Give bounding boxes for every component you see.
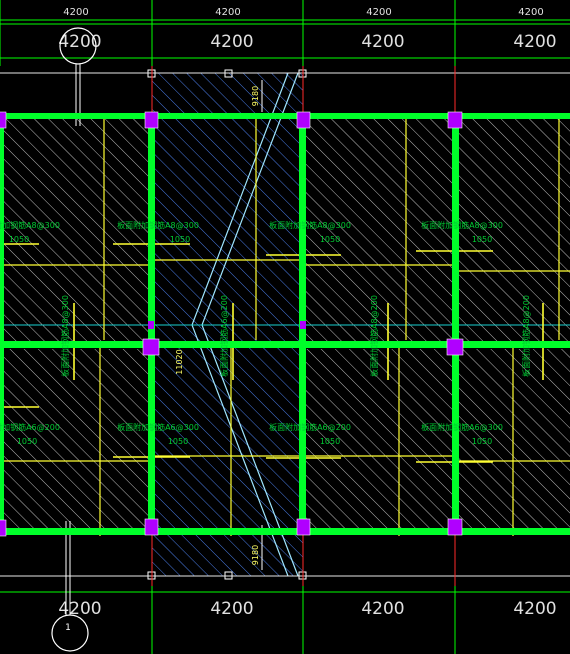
dimension-text: 4200: [361, 32, 404, 52]
rebar-label: 板面附加钢筋A8@300: [117, 220, 199, 230]
rebar-label-vertical: 板面附加钢筋A8@300: [60, 295, 70, 377]
rebar-label: 板面附加钢筋A8@300: [269, 220, 351, 230]
rebar-length: 1050: [9, 235, 29, 244]
column: [144, 111, 159, 129]
dimension-text: 4200: [518, 7, 543, 18]
stair-landing-label: 11020: [175, 349, 184, 374]
dimension-text: 4200: [366, 7, 391, 18]
column: [144, 518, 159, 536]
rebar-length: 1050: [170, 235, 190, 244]
column: [0, 519, 7, 537]
beam-horizontal: [0, 341, 570, 348]
column: [296, 111, 311, 129]
column: [447, 111, 463, 129]
dimension-text: 4200: [215, 7, 240, 18]
rebar-length: 1050: [17, 437, 37, 446]
stair-flight-label: 9180: [251, 86, 260, 106]
beam-horizontal: [0, 113, 570, 119]
rebar-length: 1050: [472, 235, 492, 244]
dimension-text: 4200: [210, 32, 253, 52]
dimension-text: 4200: [361, 599, 404, 619]
column: [142, 338, 160, 356]
column-small: [300, 321, 306, 329]
beam-horizontal: [0, 528, 570, 535]
column: [0, 111, 7, 129]
column: [446, 338, 464, 356]
rebar-length: 1050: [472, 437, 492, 446]
rebar-length: 1050: [320, 437, 340, 446]
dimension-text: 4200: [210, 599, 253, 619]
beam-vertical: [452, 113, 459, 535]
beam-vertical: [0, 113, 4, 535]
rebar-label-vertical: 板面附加钢筋A6@200: [219, 295, 229, 377]
rebar-label: 板面附加钢筋A8@300: [421, 220, 503, 230]
stair-flight-label: 9180: [251, 545, 260, 565]
column: [447, 518, 463, 536]
dimension-text: 4200: [63, 7, 88, 18]
rebar-label-vertical: 板面附加钢筋A8@200: [521, 295, 531, 377]
structural-floor-plan: 9180 9180 11020 4200 4200 4200 4200 4200…: [0, 0, 570, 654]
rebar-length: 1050: [168, 437, 188, 446]
rebar-label: 板面附加钢筋A6@200: [269, 422, 351, 432]
rebar-label: 板面附加钢筋A6@200: [0, 422, 60, 432]
dimension-text: 4200: [513, 32, 556, 52]
dimension-text: 4200: [513, 599, 556, 619]
rebar-label-vertical: 板面附加钢筋A8@200: [369, 295, 379, 377]
axis-bubble-label: 1: [65, 623, 71, 633]
rebar-label: 板面附加钢筋A6@300: [117, 422, 199, 432]
rebar-label: 板面附加钢筋A6@300: [421, 422, 503, 432]
column: [296, 518, 311, 536]
rebar-label: 板面附加钢筋A8@300: [0, 220, 60, 230]
column-small: [148, 321, 154, 329]
rebar-length: 1050: [320, 235, 340, 244]
